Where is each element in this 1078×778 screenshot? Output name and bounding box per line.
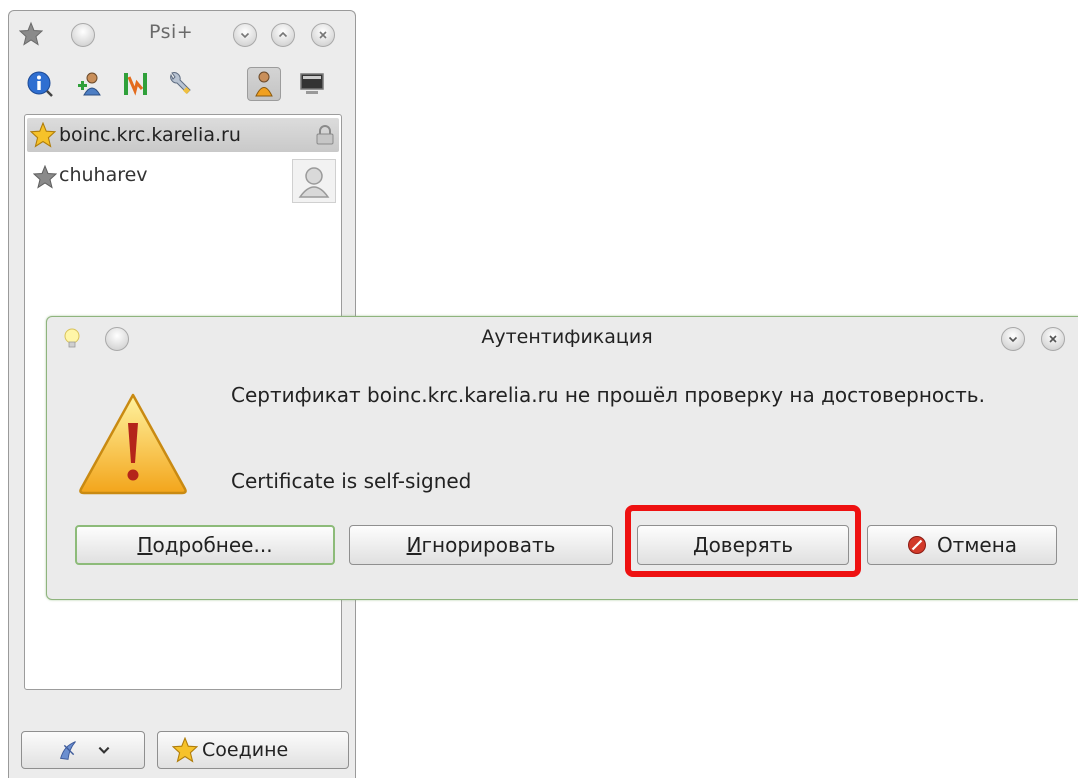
maximize-button[interactable] xyxy=(271,23,295,47)
maximize-chevron-icon xyxy=(278,31,288,38)
xml-console-button[interactable] xyxy=(295,67,329,101)
details-button[interactable]: Подробнее... xyxy=(75,525,335,565)
trust-button-highlight xyxy=(625,505,861,577)
status-button[interactable]: Соедине xyxy=(157,731,349,769)
info-icon xyxy=(27,71,53,97)
details-button-label: одробнее... xyxy=(152,533,273,557)
bottom-bar: Соедине xyxy=(21,731,349,771)
warning-icon xyxy=(79,393,187,495)
minimize-chevron-icon xyxy=(1008,336,1018,343)
ignore-button-mnemonic: И xyxy=(406,533,422,557)
cancel-stop-icon xyxy=(907,536,926,554)
chevron-down-icon xyxy=(98,746,110,754)
xml-console-icon xyxy=(300,73,324,94)
avatar-placeholder-icon xyxy=(298,167,330,198)
groupchat-icon xyxy=(124,73,147,96)
window-menu-button[interactable] xyxy=(71,23,95,47)
dialog-minimize-button[interactable] xyxy=(1001,327,1025,351)
dialog-close-button[interactable] xyxy=(1041,327,1065,351)
dialog-detail: Certificate is self-signed xyxy=(231,469,472,493)
show-offline-contacts-button[interactable] xyxy=(247,67,281,101)
window-title: Psi+ xyxy=(149,21,194,43)
star-icon[interactable] xyxy=(19,21,43,46)
close-button[interactable] xyxy=(311,23,335,47)
close-x-icon xyxy=(1049,335,1057,343)
authentication-dialog: Аутентификация Сертификат boinc.krc.kare… xyxy=(46,316,1078,600)
dialog-message: Сертификат boinc.krc.karelia.ru не прошё… xyxy=(231,383,985,407)
online-star-icon xyxy=(172,737,198,763)
account-row[interactable]: boinc.krc.karelia.ru xyxy=(27,118,339,152)
contact-row[interactable]: chuharev xyxy=(27,159,339,203)
psi-titlebar[interactable]: Psi+ xyxy=(9,11,355,57)
add-contact-icon xyxy=(78,72,101,96)
details-button-mnemonic: П xyxy=(137,533,153,557)
add-contact-button[interactable] xyxy=(73,67,107,101)
cancel-button-label: Отмена xyxy=(936,533,1018,557)
show-offline-contacts-icon xyxy=(255,71,273,97)
groupchat-button[interactable] xyxy=(119,67,153,101)
status-label: Соедине xyxy=(202,739,289,761)
lock-icon xyxy=(316,125,334,145)
main-toolbar xyxy=(23,65,343,105)
info-button[interactable] xyxy=(23,67,57,101)
account-name: boinc.krc.karelia.ru xyxy=(59,124,241,146)
offline-star-icon xyxy=(33,165,57,189)
close-x-icon xyxy=(319,31,327,39)
cancel-button[interactable]: Отмена xyxy=(867,525,1057,565)
contact-name: chuharev xyxy=(59,164,148,186)
minimize-chevron-icon xyxy=(240,32,250,39)
psi-menu-icon xyxy=(59,741,76,760)
online-star-icon xyxy=(30,122,56,148)
dialog-title: Аутентификация xyxy=(481,326,653,348)
ignore-button-label: гнорировать xyxy=(421,533,556,557)
minimize-button[interactable] xyxy=(233,23,257,47)
options-button[interactable] xyxy=(163,67,197,101)
contact-avatar xyxy=(292,159,336,203)
options-wrench-icon xyxy=(170,72,191,95)
main-menu-button[interactable] xyxy=(21,731,145,769)
ignore-button[interactable]: Игнорировать xyxy=(349,525,613,565)
